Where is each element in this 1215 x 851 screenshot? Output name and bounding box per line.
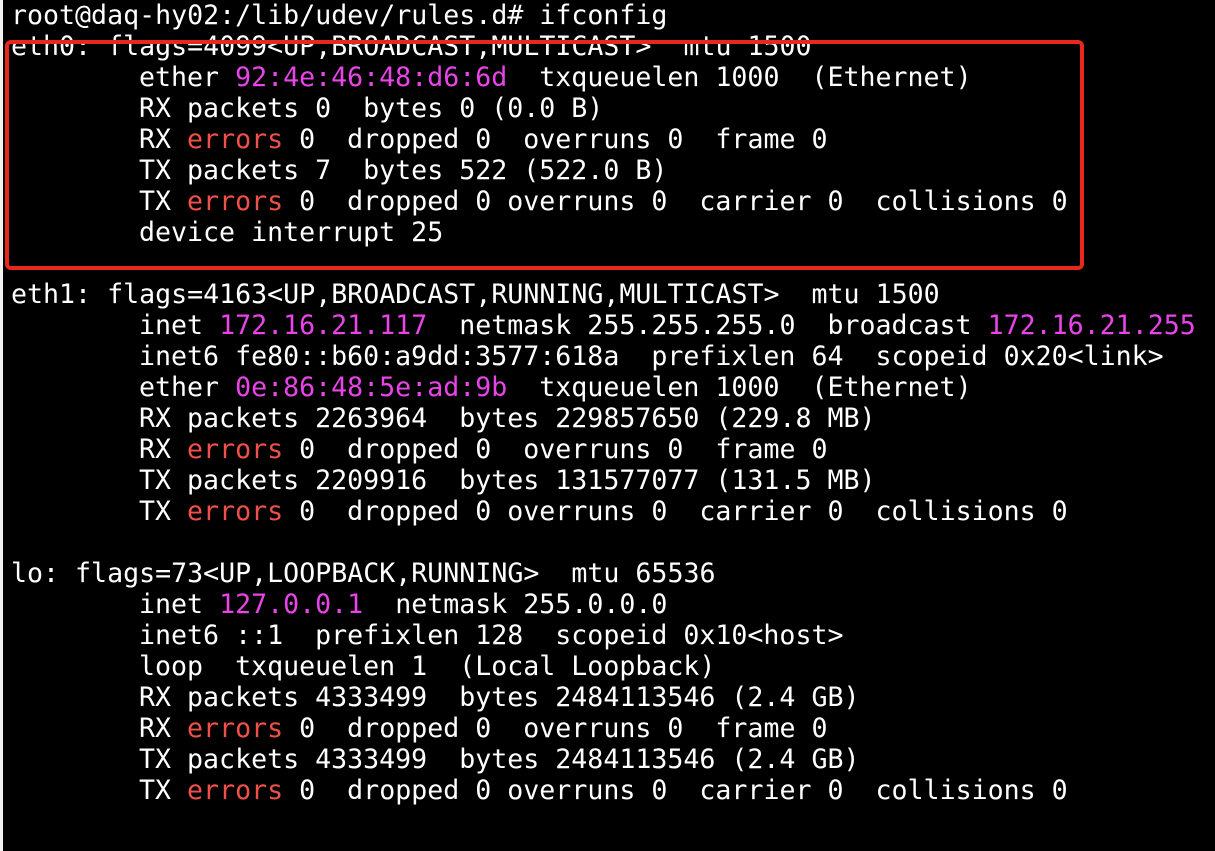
lo-header: lo: flags=73<UP,LOOPBACK,RUNNING> mtu 65… (11, 558, 716, 589)
interface-eth1: eth1: flags=4163<UP,BROADCAST,RUNNING,MU… (11, 279, 1215, 527)
eth1-tx-errors: TX errors 0 dropped 0 overruns 0 carrier… (11, 496, 1215, 527)
eth0-tx-packets: TX packets 7 bytes 522 (522.0 B) (11, 155, 1215, 186)
rx-errors-text: 0 dropped 0 overruns 0 frame 0 (283, 713, 828, 744)
lo-inet-line: inet 127.0.0.1 netmask 255.0.0.0 (11, 589, 1215, 620)
eth1-inet-line: inet 172.16.21.117 netmask 255.255.255.0… (11, 310, 1215, 341)
tx-packets-text: TX packets 7 bytes 522 (522.0 B) (139, 155, 668, 186)
tx-label: TX (139, 496, 188, 527)
tx-errors-text: 0 dropped 0 overruns 0 carrier 0 collisi… (283, 775, 1068, 806)
tx-errors-text: 0 dropped 0 overruns 0 carrier 0 collisi… (283, 186, 1068, 217)
eth0-device-interrupt: device interrupt 25 (11, 217, 1215, 248)
rx-label: RX (139, 713, 188, 744)
interface-lo: lo: flags=73<UP,LOOPBACK,RUNNING> mtu 65… (11, 558, 1215, 806)
lo-tx-packets: TX packets 4333499 bytes 2484113546 (2.4… (11, 744, 1215, 775)
tx-packets-text: TX packets 4333499 bytes 2484113546 (2.4… (139, 744, 860, 775)
rx-errors-text: 0 dropped 0 overruns 0 frame 0 (283, 124, 828, 155)
lo-rx-packets: RX packets 4333499 bytes 2484113546 (2.4… (11, 682, 1215, 713)
eth1-ip-address: 172.16.21.117 (219, 310, 428, 341)
eth1-rx-errors: RX errors 0 dropped 0 overruns 0 frame 0 (11, 434, 1215, 465)
rx-errors-text: 0 dropped 0 overruns 0 frame 0 (283, 434, 828, 465)
window-edge (0, 0, 3, 851)
rx-packets-text: RX packets 4333499 bytes 2484113546 (2.4… (139, 682, 860, 713)
eth1-rx-packets: RX packets 2263964 bytes 229857650 (229.… (11, 403, 1215, 434)
tx-packets-text: TX packets 2209916 bytes 131577077 (131.… (139, 465, 876, 496)
loop-text: loop txqueuelen 1 (Local Loopback) (139, 651, 716, 682)
eth1-broadcast-address: 172.16.21.255 (987, 310, 1196, 341)
inet6-text: inet6 ::1 prefixlen 128 scopeid 0x10<hos… (139, 620, 844, 651)
command-prompt: root@daq-hy02:/lib/udev/rules.d# ifconfi… (11, 0, 668, 31)
lo-inet6-line: inet6 ::1 prefixlen 128 scopeid 0x10<hos… (11, 620, 1215, 651)
eth1-header: eth1: flags=4163<UP,BROADCAST,RUNNING,MU… (11, 279, 940, 310)
eth0-tx-errors: TX errors 0 dropped 0 overruns 0 carrier… (11, 186, 1215, 217)
rx-packets-text: RX packets 0 bytes 0 (0.0 B) (139, 93, 604, 124)
device-interrupt-text: device interrupt 25 (139, 217, 444, 248)
interface-eth0: eth0: flags=4099<UP,BROADCAST,MULTICAST>… (11, 31, 1215, 248)
eth0-rx-errors: RX errors 0 dropped 0 overruns 0 frame 0 (11, 124, 1215, 155)
eth1-tx-packets: TX packets 2209916 bytes 131577077 (131.… (11, 465, 1215, 496)
ether-info: txqueuelen 1000 (Ethernet) (507, 372, 972, 403)
errors-word: errors (187, 713, 284, 744)
eth1-mac-address: 0e:86:48:5e:ad:9b (235, 372, 508, 403)
errors-word: errors (187, 434, 284, 465)
errors-word: errors (187, 775, 284, 806)
inet-label: inet (139, 589, 220, 620)
terminal-window[interactable]: root@daq-hy02:/lib/udev/rules.d# ifconfi… (0, 0, 1215, 851)
lo-loop-line: loop txqueuelen 1 (Local Loopback) (11, 651, 1215, 682)
eth0-rx-packets: RX packets 0 bytes 0 (0.0 B) (11, 93, 1215, 124)
lo-tx-errors: TX errors 0 dropped 0 overruns 0 carrier… (11, 775, 1215, 806)
errors-word: errors (187, 124, 284, 155)
errors-word: errors (187, 186, 284, 217)
lo-rx-errors: RX errors 0 dropped 0 overruns 0 frame 0 (11, 713, 1215, 744)
lo-ip-address: 127.0.0.1 (219, 589, 364, 620)
eth0-ether-line: ether 92:4e:46:48:d6:6d txqueuelen 1000 … (11, 62, 1215, 93)
tx-errors-text: 0 dropped 0 overruns 0 carrier 0 collisi… (283, 496, 1068, 527)
errors-word: errors (187, 496, 284, 527)
ether-label: ether (139, 62, 236, 93)
tx-label: TX (139, 775, 188, 806)
rx-label: RX (139, 124, 188, 155)
ether-info: txqueuelen 1000 (Ethernet) (507, 62, 972, 93)
eth1-inet6-line: inet6 fe80::b60:a9dd:3577:618a prefixlen… (11, 341, 1215, 372)
rx-label: RX (139, 434, 188, 465)
inet-label: inet (139, 310, 220, 341)
ether-label: ether (139, 372, 236, 403)
eth0-mac-address: 92:4e:46:48:d6:6d (235, 62, 508, 93)
eth0-header: eth0: flags=4099<UP,BROADCAST,MULTICAST>… (11, 31, 812, 62)
tx-label: TX (139, 186, 188, 217)
netmask-text: netmask 255.255.255.0 broadcast (427, 310, 988, 341)
netmask-text: netmask 255.0.0.0 (363, 589, 668, 620)
inet6-text: inet6 fe80::b60:a9dd:3577:618a prefixlen… (139, 341, 1164, 372)
eth1-ether-line: ether 0e:86:48:5e:ad:9b txqueuelen 1000 … (11, 372, 1215, 403)
rx-packets-text: RX packets 2263964 bytes 229857650 (229.… (139, 403, 876, 434)
